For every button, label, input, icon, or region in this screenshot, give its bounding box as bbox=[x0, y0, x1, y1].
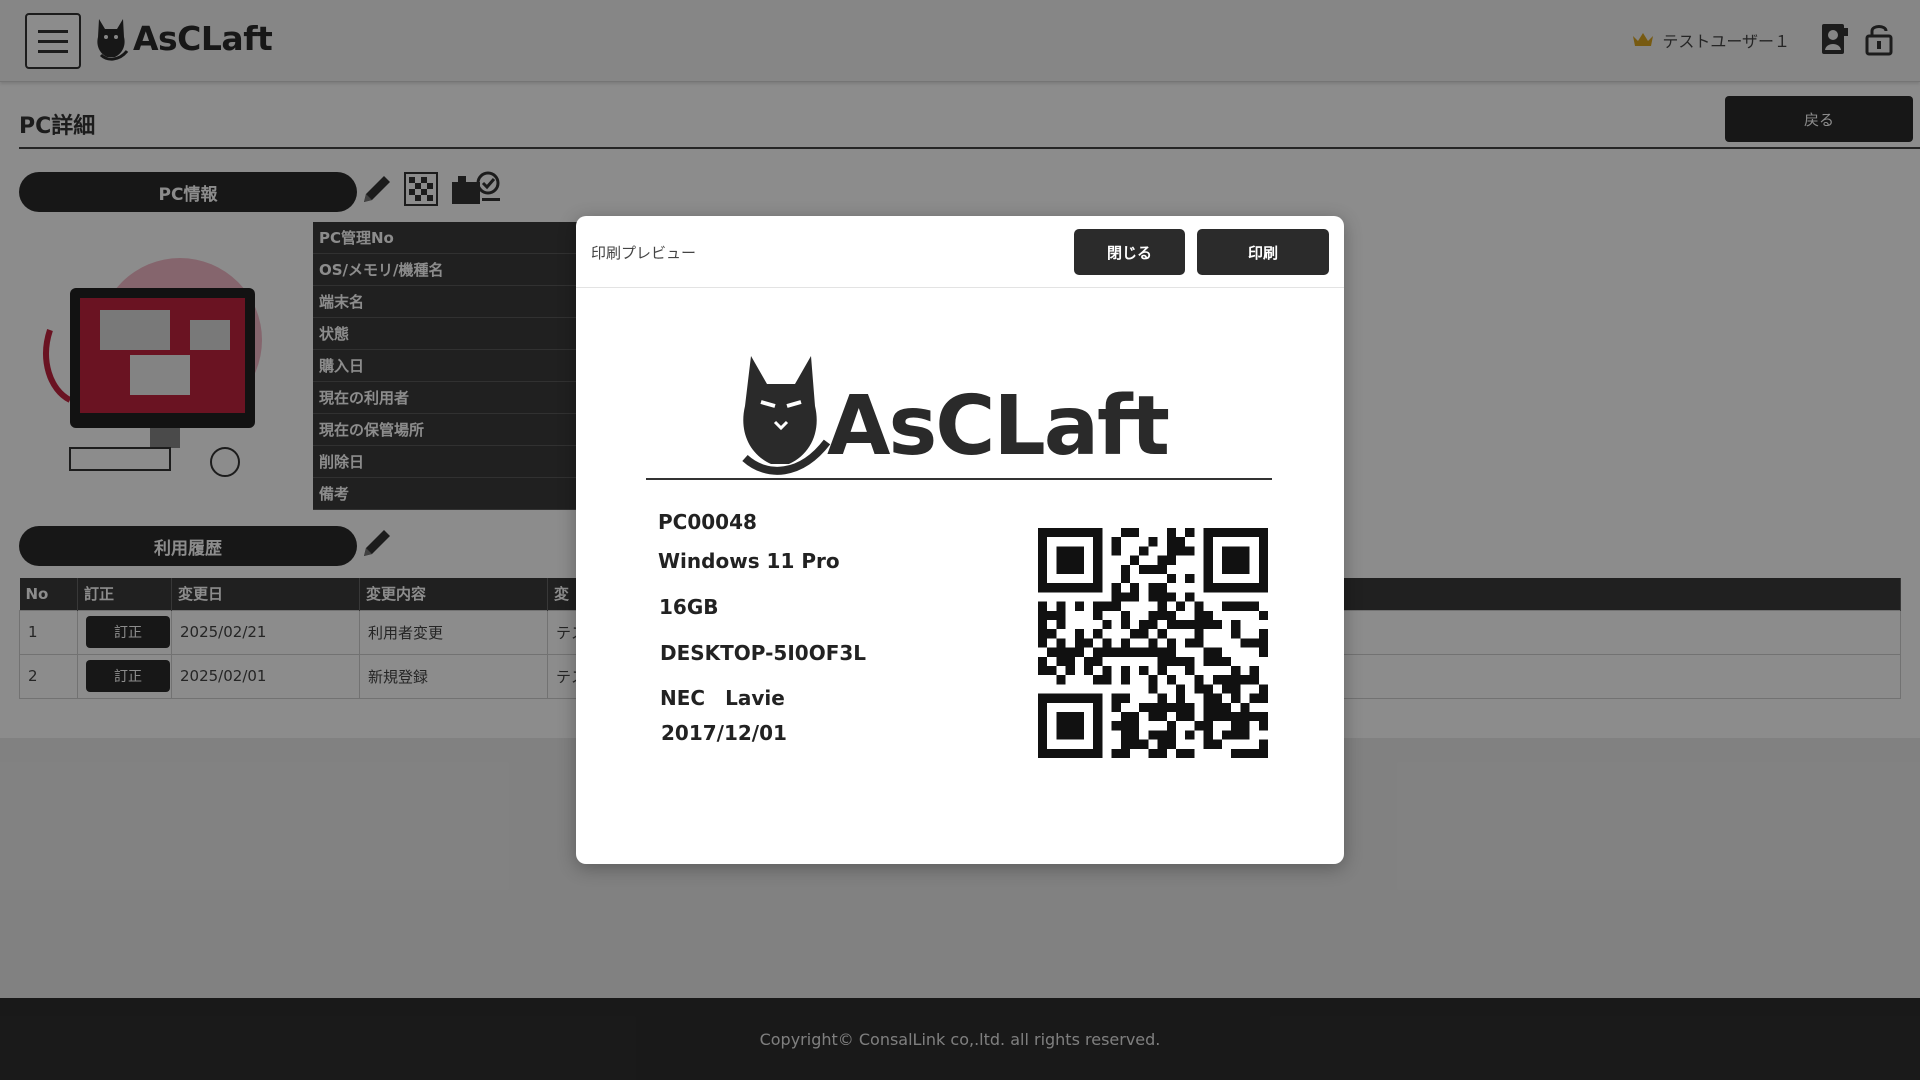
label-divider bbox=[646, 478, 1272, 480]
label-pc-no: PC00048 bbox=[658, 510, 757, 534]
modal-title: 印刷プレビュー bbox=[591, 244, 697, 262]
close-button[interactable]: 閉じる bbox=[1074, 229, 1185, 275]
cat-logo-icon bbox=[742, 356, 831, 475]
modal-header: 印刷プレビュー 閉じる 印刷 bbox=[576, 216, 1344, 288]
label-os: Windows 11 Pro bbox=[658, 549, 840, 573]
qr-code bbox=[1038, 528, 1268, 758]
label-memory: 16GB bbox=[659, 595, 719, 619]
print-preview-modal: 印刷プレビュー 閉じる 印刷 AsCLaft PC00048 Windows 1… bbox=[576, 216, 1344, 864]
label-purchase-date: 2017/12/01 bbox=[661, 721, 787, 745]
print-button[interactable]: 印刷 bbox=[1197, 229, 1329, 275]
label-model: NEC Lavie bbox=[660, 686, 785, 710]
label-hostname: DESKTOP-5I0OF3L bbox=[660, 641, 867, 665]
label-brand-name: AsCLaft bbox=[827, 379, 1170, 474]
label-logo: AsCLaft bbox=[731, 346, 1170, 476]
